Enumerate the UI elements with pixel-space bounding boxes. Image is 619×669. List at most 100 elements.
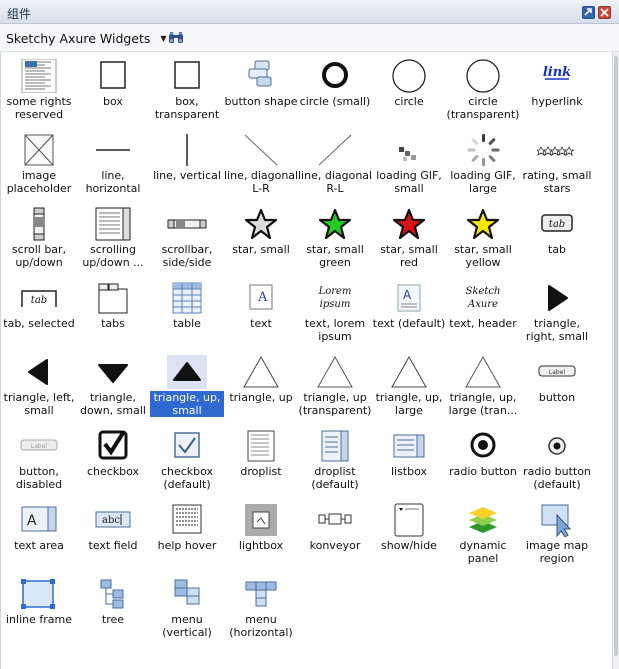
library-dropdown[interactable]: Sketchy Axure Widgets ▼ xyxy=(6,28,167,48)
widget-lorem-ipsum[interactable]: Lorem ipsum text, lorem ipsum xyxy=(298,276,372,348)
help-hover-icon xyxy=(167,503,207,537)
widget-image-map-region[interactable]: image map region xyxy=(520,498,594,570)
widget-box-transparent[interactable]: box, transparent xyxy=(150,54,224,126)
widget-label-line2: yellow xyxy=(465,256,501,269)
widget-menu-vertical[interactable]: menu (vertical) xyxy=(150,572,224,644)
widget-line-diagonal-rl[interactable]: line, diagonal R-L xyxy=(298,128,372,200)
widget-text-default[interactable]: Atext (default) xyxy=(372,276,446,348)
widget-text-header[interactable]: Sketch Axure text, header xyxy=(446,276,520,348)
tab-selected-icon: tab xyxy=(19,281,59,315)
widget-droplist-default[interactable]: droplist (default) xyxy=(298,424,372,496)
widget-triangle-up[interactable]: triangle, up xyxy=(224,350,298,422)
widget-label-line1: loading GIF, xyxy=(450,169,516,182)
widget-label: text xyxy=(224,317,298,330)
widget-radio-button[interactable]: radio button xyxy=(446,424,520,496)
widget-inline-frame[interactable]: inline frame xyxy=(2,572,76,644)
widget-label: circle (small) xyxy=(298,95,372,108)
widget-menu-horizontal[interactable]: menu (horizontal) xyxy=(224,572,298,644)
widget-listbox[interactable]: listbox xyxy=(372,424,446,496)
vertical-scrollbar[interactable] xyxy=(612,52,619,669)
radio-button-default-icon xyxy=(537,429,577,463)
widget-button-disabled[interactable]: Label button, disabled xyxy=(2,424,76,496)
widget-triangle-left-small[interactable]: triangle, left, small xyxy=(2,350,76,422)
button-icon: Label xyxy=(537,355,577,389)
scrolling-updown-icon xyxy=(93,207,133,241)
widget-text-field[interactable]: abc text field xyxy=(76,498,150,570)
star-red-icon xyxy=(389,207,429,241)
widget-star-green[interactable]: star, small green xyxy=(298,202,372,274)
button-shape-icon xyxy=(241,59,281,93)
widget-label-line2: right, small xyxy=(525,330,589,343)
widget-star-yellow[interactable]: star, small yellow xyxy=(446,202,520,274)
widget-box[interactable]: box xyxy=(76,54,150,126)
pin-icon[interactable] xyxy=(582,6,595,19)
widget-star-red[interactable]: star, small red xyxy=(372,202,446,274)
widget-label-line2: red xyxy=(399,256,419,269)
widget-tab[interactable]: tab tab xyxy=(520,202,594,274)
text-icon: A xyxy=(241,281,281,315)
widget-table[interactable]: table xyxy=(150,276,224,348)
droplist-default-icon xyxy=(315,429,355,463)
widget-dynamic-panel[interactable]: dynamic panel xyxy=(446,498,520,570)
widget-label: line, vertical xyxy=(150,169,224,182)
box-icon xyxy=(93,59,133,93)
button-disabled-icon: Label xyxy=(19,429,59,463)
widget-circle-transparent[interactable]: circle (transparent) xyxy=(446,54,520,126)
widget-line-vertical[interactable]: line, vertical xyxy=(150,128,224,200)
widget-loading-small[interactable]: loading GIF, small xyxy=(372,128,446,200)
widget-tab-selected[interactable]: tab tab, selected xyxy=(2,276,76,348)
widget-scrollbar-sideside[interactable]: scrollbar, side/side xyxy=(150,202,224,274)
widget-label: box, transparent xyxy=(150,95,224,121)
widget-cc-license[interactable]: some rights reserved xyxy=(2,54,76,126)
widget-text-area[interactable]: Atext area xyxy=(2,498,76,570)
widget-label-line2: panel xyxy=(467,552,499,565)
widget-triangle-up-large-transparent[interactable]: triangle, up, large (tran... xyxy=(446,350,520,422)
widget-scrollbar-updown[interactable]: scroll bar, up/down xyxy=(2,202,76,274)
widget-label: tabs xyxy=(76,317,150,330)
widget-star-small[interactable]: star, small xyxy=(224,202,298,274)
widget-label-line1: text area xyxy=(14,539,64,552)
widget-label-line1: circle xyxy=(468,95,498,108)
scrollbar-thumb[interactable] xyxy=(614,56,618,656)
widget-lightbox[interactable]: lightbox xyxy=(224,498,298,570)
widget-label-line1: line, diagonal xyxy=(224,169,298,182)
widget-triangle-up-large[interactable]: triangle, up, large xyxy=(372,350,446,422)
widget-konveyor[interactable]: konveyor xyxy=(298,498,372,570)
widget-label: droplist xyxy=(224,465,298,478)
widget-loading-large[interactable]: loading GIF, large xyxy=(446,128,520,200)
widget-image-placeholder[interactable]: image placeholder xyxy=(2,128,76,200)
widget-label-line1: inline frame xyxy=(6,613,72,626)
widget-hyperlink[interactable]: link hyperlink xyxy=(520,54,594,126)
widget-checkbox-default[interactable]: checkbox (default) xyxy=(150,424,224,496)
svg-text:A: A xyxy=(403,288,412,302)
close-icon[interactable] xyxy=(598,6,611,19)
widget-triangle-up-transparent[interactable]: triangle, up (transparent) xyxy=(298,350,372,422)
lightbox-icon xyxy=(241,503,281,537)
widget-line-horizontal[interactable]: line, horizontal xyxy=(76,128,150,200)
widget-triangle-up-small[interactable]: triangle, up, small xyxy=(150,350,224,422)
widget-label: box xyxy=(76,95,150,108)
widget-label-line1: tab, selected xyxy=(3,317,75,330)
widget-show-hide[interactable]: show/hide xyxy=(372,498,446,570)
widget-text[interactable]: Atext xyxy=(224,276,298,348)
widget-help-hover[interactable]: help hover xyxy=(150,498,224,570)
widget-triangle-down-small[interactable]: triangle, down, small xyxy=(76,350,150,422)
binoculars-icon[interactable] xyxy=(168,31,184,48)
widget-tree[interactable]: tree xyxy=(76,572,150,644)
widget-triangle-right-small[interactable]: triangle, right, small xyxy=(520,276,594,348)
widget-droplist[interactable]: droplist xyxy=(224,424,298,496)
widget-tabs[interactable]: tabs xyxy=(76,276,150,348)
widget-label-line1: image map xyxy=(525,539,589,552)
widget-rating-stars[interactable]: rating, small stars xyxy=(520,128,594,200)
widget-label-line1: triangle, up xyxy=(303,391,367,404)
widget-label-line2: L-R xyxy=(252,182,270,195)
widget-button-shape[interactable]: button shape xyxy=(224,54,298,126)
widget-circle[interactable]: circle xyxy=(372,54,446,126)
widget-line-diagonal-lr[interactable]: line, diagonal L-R xyxy=(224,128,298,200)
widget-radio-button-default[interactable]: radio button (default) xyxy=(520,424,594,496)
widget-button[interactable]: Label button xyxy=(520,350,594,422)
triangle-up-transparent-icon xyxy=(315,355,355,389)
widget-checkbox[interactable]: checkbox xyxy=(76,424,150,496)
widget-circle-small[interactable]: circle (small) xyxy=(298,54,372,126)
widget-scrolling-updown[interactable]: scrolling up/down ... xyxy=(76,202,150,274)
